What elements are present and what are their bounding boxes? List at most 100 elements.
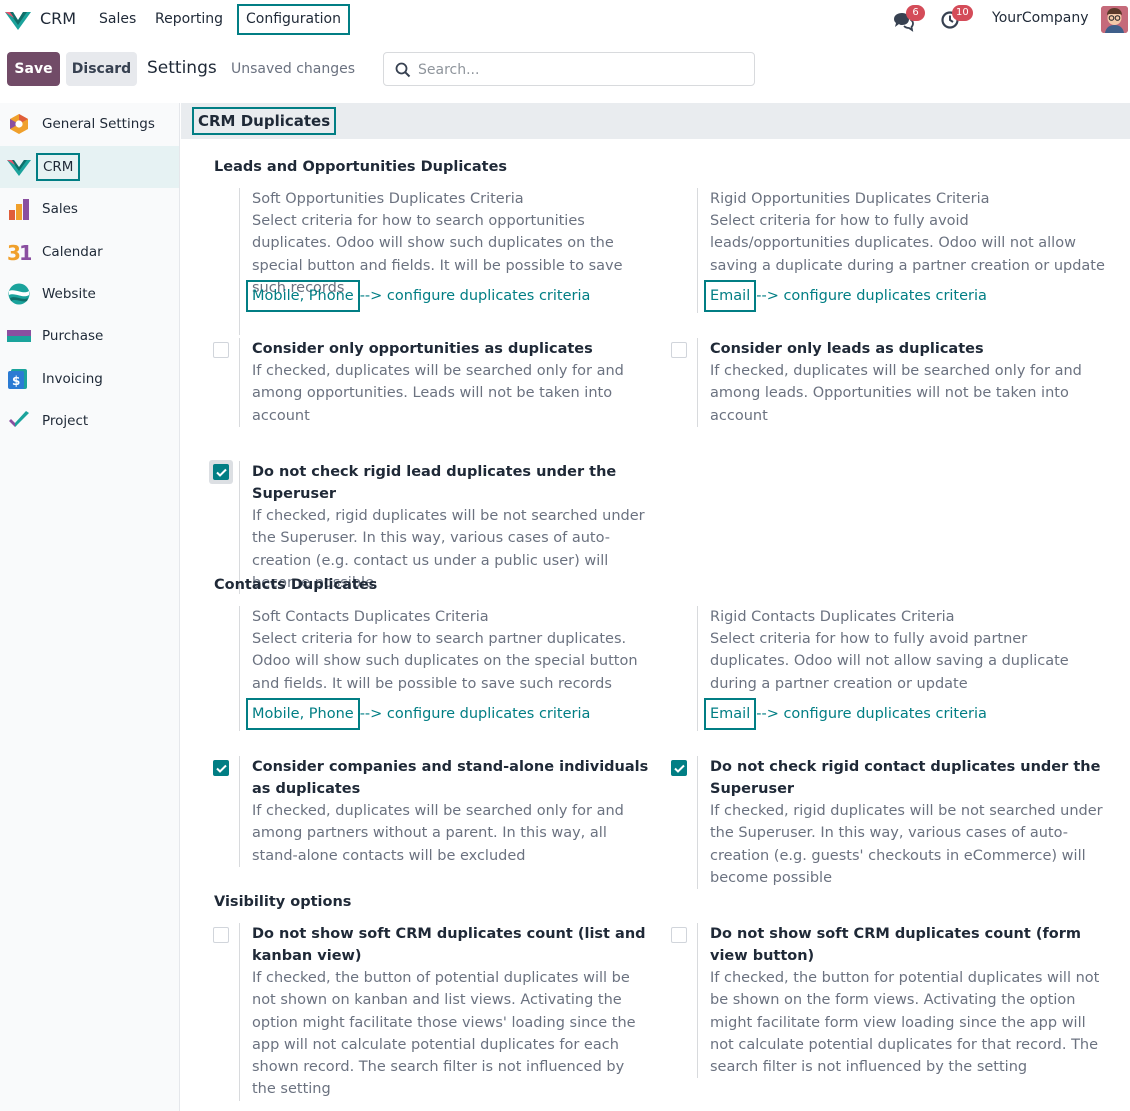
app-name[interactable]: CRM <box>40 9 76 28</box>
configure-criteria-link[interactable]: --> configure duplicates criteria <box>756 288 987 304</box>
sidebar-item-label: Sales <box>42 201 78 217</box>
crm-app-icon[interactable] <box>4 9 32 31</box>
setting-description: Select criteria for how to fully avoid p… <box>710 631 1069 692</box>
sidebar-item-label: Project <box>42 413 89 429</box>
setting-label: Do not show soft CRM duplicates count (l… <box>252 926 646 964</box>
menu-configuration[interactable]: Configuration <box>237 4 350 35</box>
only-leads-checkbox[interactable] <box>671 342 687 358</box>
setting-description: Select criteria for how to search partne… <box>252 631 638 692</box>
soft-opportunities-criteria-row: Mobile, Phone --> configure duplicates cr… <box>246 280 591 312</box>
setting-description: If checked, duplicates will be searched … <box>252 363 624 424</box>
setting-label: Do not check rigid lead duplicates under… <box>252 464 617 502</box>
top-navbar: CRM Sales Reporting Configuration 6 10 Y… <box>0 0 1130 40</box>
checkmark-icon <box>216 468 227 477</box>
soft-opportunities-criteria-field[interactable]: Mobile, Phone <box>246 280 360 312</box>
soft-opportunities-criteria: Soft Opportunities Duplicates Criteria S… <box>239 188 649 336</box>
visibility-options-title: Visibility options <box>214 894 352 910</box>
messages-button[interactable]: 6 <box>892 5 925 34</box>
lead-superuser-setting: Do not check rigid lead duplicates under… <box>239 461 649 595</box>
setting-label: Consider only leads as duplicates <box>710 341 984 357</box>
unsaved-indicator: Unsaved changes <box>231 61 356 77</box>
sales-icon <box>9 199 29 220</box>
sidebar-item-label: Calendar <box>42 244 103 260</box>
configure-criteria-link[interactable]: --> configure duplicates criteria <box>756 706 987 722</box>
rigid-contacts-criteria-field[interactable]: Email <box>704 698 757 730</box>
setting-description: If checked, the button of potential dupl… <box>252 970 636 1098</box>
company-switcher[interactable]: YourCompany <box>992 10 1089 26</box>
project-icon <box>9 411 29 427</box>
discard-button[interactable]: Discard <box>66 52 137 86</box>
hide-list-kanban-count-checkbox[interactable] <box>213 927 229 943</box>
setting-description: If checked, the button for potential dup… <box>710 970 1100 1076</box>
website-icon <box>8 283 30 305</box>
sidebar-item-label: Invoicing <box>42 371 103 387</box>
invoicing-icon: $ <box>8 369 27 389</box>
user-avatar-image <box>1101 6 1128 33</box>
menu-reporting[interactable]: Reporting <box>148 4 230 35</box>
sidebar-item-general-settings[interactable]: General Settings <box>0 103 179 145</box>
contacts-duplicates-title: Contacts Duplicates <box>214 577 378 593</box>
setting-label: Consider only opportunities as duplicate… <box>252 341 593 357</box>
sidebar-item-label: CRM <box>36 153 81 181</box>
checkmark-icon <box>674 764 685 773</box>
menu-sales[interactable]: Sales <box>92 4 143 35</box>
sidebar-item-invoicing[interactable]: $ Invoicing <box>0 358 179 400</box>
svg-text:1: 1 <box>19 241 31 263</box>
sidebar-item-label: General Settings <box>42 116 155 132</box>
only-opportunities-setting: Consider only opportunities as duplicate… <box>239 338 649 427</box>
search-input[interactable] <box>418 60 738 80</box>
activities-badge: 10 <box>952 5 973 21</box>
lead-superuser-checkbox[interactable] <box>213 464 229 480</box>
hide-form-view-count-setting: Do not show soft CRM duplicates count (f… <box>697 923 1107 1079</box>
sidebar-item-calendar[interactable]: 3 1 Calendar <box>0 231 179 273</box>
rigid-opportunities-criteria-field[interactable]: Email <box>704 280 757 312</box>
purchase-icon <box>7 330 31 342</box>
sidebar-item-label: Purchase <box>42 328 104 344</box>
breadcrumb: Settings <box>147 58 217 78</box>
configure-criteria-link[interactable]: --> configure duplicates criteria <box>360 706 591 722</box>
only-opportunities-checkbox[interactable] <box>213 342 229 358</box>
section-title: CRM Duplicates <box>192 107 337 135</box>
companies-duplicates-checkbox[interactable] <box>213 760 229 776</box>
contact-superuser-checkbox[interactable] <box>671 760 687 776</box>
setting-label: Rigid Contacts Duplicates Criteria <box>710 609 955 625</box>
configure-criteria-link[interactable]: --> configure duplicates criteria <box>360 288 591 304</box>
sidebar-item-project[interactable]: Project <box>0 400 179 442</box>
user-avatar[interactable] <box>1101 6 1128 33</box>
setting-label: Soft Opportunities Duplicates Criteria <box>252 191 524 207</box>
hide-list-kanban-count-setting: Do not show soft CRM duplicates count (l… <box>239 923 649 1101</box>
checkmark-icon <box>216 764 227 773</box>
sidebar-item-crm[interactable]: CRM <box>0 146 179 188</box>
search-icon <box>395 62 411 78</box>
setting-description: Select criteria for how to fully avoid l… <box>710 213 1105 274</box>
setting-label: Do not show soft CRM duplicates count (f… <box>710 926 1082 964</box>
general-settings-icon <box>10 114 28 134</box>
sidebar-item-website[interactable]: Website <box>0 273 179 315</box>
companies-duplicates-setting: Consider companies and stand-alone indiv… <box>239 756 649 867</box>
setting-description: If checked, duplicates will be searched … <box>710 363 1082 424</box>
rigid-opportunities-criteria-row: Email --> configure duplicates criteria <box>704 280 987 312</box>
svg-text:$: $ <box>12 374 20 388</box>
save-button[interactable]: Save <box>7 52 60 86</box>
hide-form-view-count-checkbox[interactable] <box>671 927 687 943</box>
setting-label: Consider companies and stand-alone indiv… <box>252 759 649 797</box>
settings-sidebar: General Settings CRM Sales 3 1 Calendar … <box>0 103 180 1111</box>
setting-label: Rigid Opportunities Duplicates Criteria <box>710 191 990 207</box>
setting-description: If checked, duplicates will be searched … <box>252 803 624 864</box>
messages-badge: 6 <box>906 5 925 21</box>
activities-button[interactable]: 10 <box>940 5 974 34</box>
sidebar-item-purchase[interactable]: Purchase <box>0 315 179 357</box>
setting-label: Do not check rigid contact duplicates un… <box>710 759 1101 797</box>
only-leads-setting: Consider only leads as duplicates If che… <box>697 338 1107 427</box>
setting-description: If checked, rigid duplicates will be not… <box>710 803 1103 886</box>
sidebar-item-label: Website <box>42 286 96 302</box>
sidebar-item-sales[interactable]: Sales <box>0 188 179 230</box>
contact-superuser-setting: Do not check rigid contact duplicates un… <box>697 756 1107 890</box>
crm-icon <box>7 160 31 176</box>
leads-duplicates-title: Leads and Opportunities Duplicates <box>214 159 508 175</box>
search-bar[interactable] <box>383 52 755 86</box>
soft-contacts-criteria-row: Mobile, Phone --> configure duplicates cr… <box>246 698 591 730</box>
setting-label: Soft Contacts Duplicates Criteria <box>252 609 489 625</box>
soft-contacts-criteria-field[interactable]: Mobile, Phone <box>246 698 360 730</box>
rigid-contacts-criteria-row: Email --> configure duplicates criteria <box>704 698 987 730</box>
